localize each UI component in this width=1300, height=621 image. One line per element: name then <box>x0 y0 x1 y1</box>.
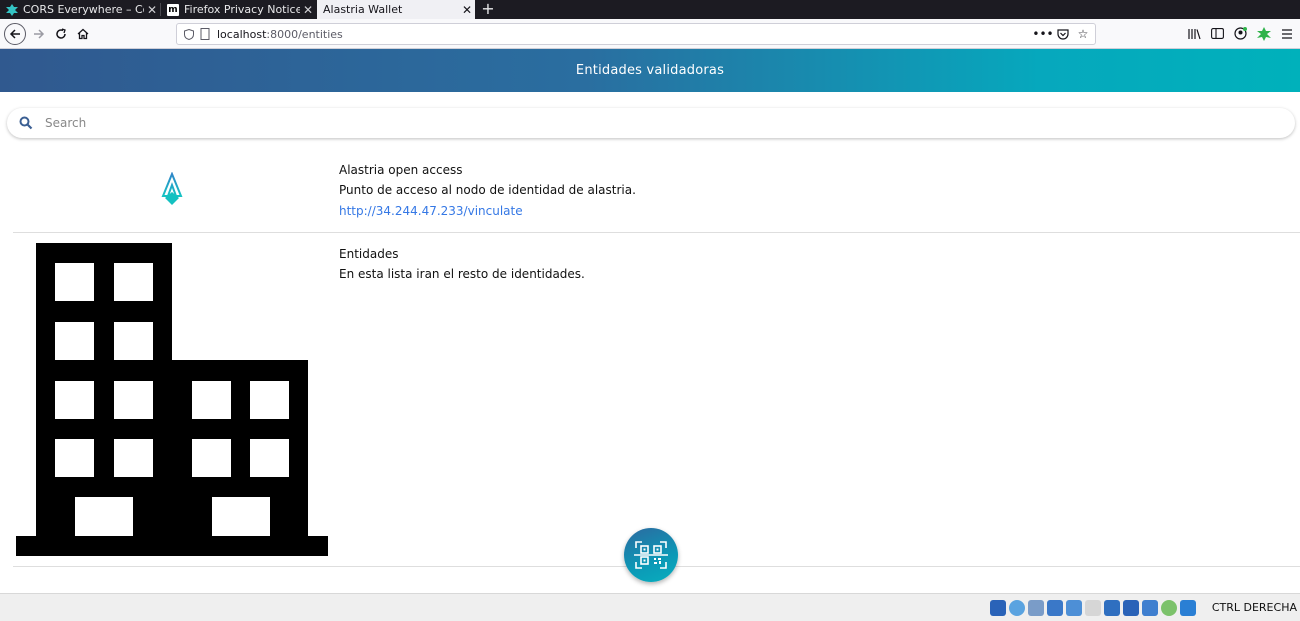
account-icon[interactable] <box>1233 26 1248 41</box>
optical-drive-icon[interactable] <box>1009 600 1025 616</box>
menu-icon[interactable] <box>1279 26 1294 41</box>
page-title: Entidades validadoras <box>575 63 725 78</box>
entity-name: Alastria open access <box>339 163 463 177</box>
tab-strip: CORS Everywhere – Con ✕ m Firefox Privac… <box>0 0 1300 19</box>
download-arrow-icon[interactable] <box>1180 600 1196 616</box>
arrow-right-icon <box>34 29 45 39</box>
tab-alastria-wallet[interactable]: Alastria Wallet ✕ <box>317 0 475 19</box>
tab-firefox-privacy[interactable]: m Firefox Privacy Notice — ✕ <box>161 0 316 19</box>
tab-close-icon[interactable]: ✕ <box>300 3 316 17</box>
home-icon <box>77 28 89 40</box>
shield-icon[interactable] <box>181 26 197 42</box>
shared-folder-icon[interactable] <box>1085 600 1101 616</box>
bookmark-star-icon[interactable]: ☆ <box>1075 26 1091 42</box>
entity-link[interactable]: http://34.244.47.233/vinculate <box>339 204 523 218</box>
cors-extension-icon[interactable] <box>1256 26 1271 41</box>
virtualization-icon[interactable] <box>1142 600 1158 616</box>
list-item[interactable]: Entidades En esta lista iran el resto de… <box>13 233 1300 567</box>
url-text: localhost:8000/entities <box>217 28 343 41</box>
building-icon <box>16 243 328 560</box>
entity-name: Entidades <box>339 247 399 261</box>
entity-description: Punto de acceso al nodo de identidad de … <box>339 183 636 197</box>
reload-icon <box>56 28 66 39</box>
tab-label: Firefox Privacy Notice — <box>184 3 300 16</box>
new-tab-button[interactable]: + <box>478 0 498 19</box>
qr-scan-button[interactable] <box>624 528 678 582</box>
video-capture-icon[interactable] <box>1028 600 1044 616</box>
forward-button[interactable] <box>28 23 50 45</box>
tab-label: CORS Everywhere – Con <box>23 3 144 16</box>
url-path: :8000/entities <box>266 27 343 41</box>
search-bar <box>7 108 1295 138</box>
cors-favicon-icon <box>6 3 18 16</box>
tab-close-icon[interactable]: ✕ <box>459 3 475 17</box>
back-button[interactable] <box>4 23 26 45</box>
entity-description: En esta lista iran el resto de identidad… <box>339 267 585 281</box>
app-header: Entidades validadoras <box>0 49 1300 92</box>
page-actions-icon[interactable]: ••• <box>1032 26 1053 42</box>
audio-icon[interactable] <box>990 600 1006 616</box>
usb-icon[interactable] <box>1066 600 1082 616</box>
search-input[interactable] <box>45 116 1145 130</box>
url-host: localhost <box>217 27 267 41</box>
arrow-left-icon <box>9 29 20 39</box>
status-icons <box>990 600 1196 616</box>
pocket-icon[interactable] <box>1055 26 1071 42</box>
host-key-label: CTRL DERECHA <box>1211 601 1297 614</box>
alastria-logo-icon <box>161 171 183 210</box>
tab-label: Alastria Wallet <box>323 3 403 16</box>
qr-scan-icon <box>634 541 668 569</box>
navigation-bar: localhost:8000/entities ••• ☆ <box>0 19 1300 49</box>
tab-close-icon[interactable]: ✕ <box>144 3 160 17</box>
url-bar[interactable]: localhost:8000/entities ••• ☆ <box>176 23 1096 45</box>
network-icon[interactable] <box>1047 600 1063 616</box>
list-item[interactable]: Alastria open access Punto de acceso al … <box>13 152 1300 233</box>
search-icon <box>7 116 45 130</box>
guest-additions-icon[interactable] <box>1161 600 1177 616</box>
reload-button[interactable] <box>50 23 72 45</box>
sidebar-icon[interactable] <box>1210 26 1225 41</box>
display-icon[interactable] <box>1104 600 1120 616</box>
host-status-bar: CTRL DERECHA <box>0 593 1300 621</box>
page-info-icon[interactable] <box>197 26 213 42</box>
home-button[interactable] <box>72 23 94 45</box>
mozilla-favicon-icon: m <box>167 3 179 16</box>
recording-icon[interactable] <box>1123 600 1139 616</box>
library-icon[interactable] <box>1187 26 1202 41</box>
tab-cors-everywhere[interactable]: CORS Everywhere – Con ✕ <box>0 0 160 19</box>
